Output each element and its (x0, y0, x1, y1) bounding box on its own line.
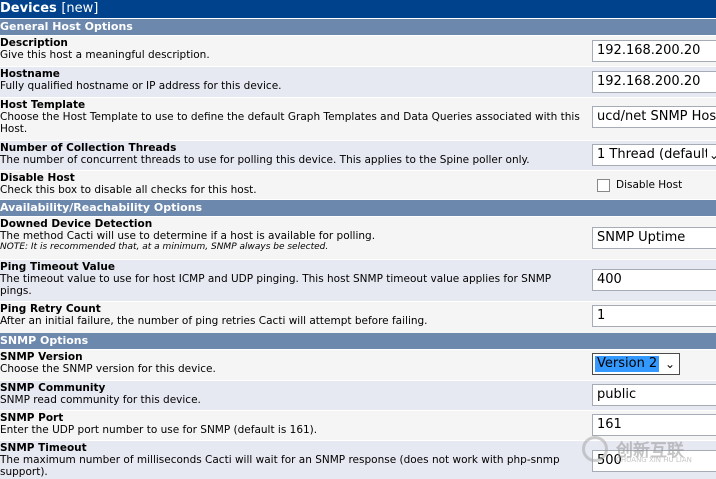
field-description: The method Cacti will use to determine i… (0, 230, 376, 242)
threads-select[interactable]: 1 Thread (default) ⌄ (592, 144, 716, 166)
field-title: SNMP Port (0, 412, 64, 424)
field-description: Fully qualified hostname or IP address f… (0, 80, 282, 92)
snmp-community-input[interactable]: public (592, 384, 716, 406)
form-row-snmp-port: SNMP Port Enter the UDP port number to u… (0, 411, 716, 440)
ping-timeout-input[interactable]: 400 (592, 269, 716, 291)
form-row-ping-retry: Ping Retry Count After an initial failur… (0, 302, 716, 333)
form-row-host-template: Host Template Choose the Host Template t… (0, 98, 716, 140)
disable-host-control: Disable Host (597, 178, 682, 192)
field-title: Host Template (0, 99, 86, 111)
field-note: NOTE: It is recommended that, at a minim… (0, 242, 329, 252)
page-title-text: Devices (0, 1, 57, 16)
field-title: Downed Device Detection (0, 218, 153, 230)
threads-select-value: 1 Thread (default) (597, 147, 715, 162)
field-description: Check this box to disable all checks for… (0, 184, 257, 196)
form-row-hostname: Hostname Fully qualified hostname or IP … (0, 67, 716, 97)
field-description: Enter the UDP port number to use for SNM… (0, 424, 318, 436)
form-row-downed-detection: Downed Device Detection The method Cacti… (0, 217, 716, 259)
field-description: The maximum number of milliseconds Cacti… (0, 454, 560, 478)
section-header-availability: Availability/Reachability Options (0, 200, 716, 216)
field-description: After an initial failure, the number of … (0, 315, 428, 327)
form-row-snmp-community: SNMP Community SNMP read community for t… (0, 381, 716, 410)
snmp-port-input[interactable]: 161 (592, 414, 716, 436)
field-title: Description (0, 37, 68, 49)
snmp-timeout-input[interactable]: 500 (592, 450, 716, 472)
ping-retry-input[interactable]: 1 (592, 305, 716, 327)
hostname-input[interactable]: 192.168.200.20 (592, 71, 716, 93)
field-title: SNMP Community (0, 382, 106, 394)
page-title: Devices [new] (0, 0, 716, 18)
description-input[interactable]: 192.168.200.20 (592, 40, 716, 62)
disable-host-checkbox[interactable] (597, 178, 610, 192)
section-header-general: General Host Options (0, 19, 716, 35)
form-row-description: Description Give this host a meaningful … (0, 36, 716, 66)
form-row-ping-timeout: Ping Timeout Value The timeout value to … (0, 260, 716, 301)
form-row-threads: Number of Collection Threads The number … (0, 141, 716, 170)
field-title: Number of Collection Threads (0, 142, 177, 154)
disable-host-checkbox-label[interactable]: Disable Host (616, 179, 682, 191)
form-row-snmp-version: SNMP Version Choose the SNMP version for… (0, 350, 716, 380)
chevron-down-icon: ⌄ (707, 145, 716, 165)
field-description: Choose the SNMP version for this device. (0, 363, 216, 375)
form-row-snmp-timeout: SNMP Timeout The maximum number of milli… (0, 441, 716, 479)
field-title: Disable Host (0, 172, 75, 184)
field-title: SNMP Timeout (0, 442, 87, 454)
downed-detection-select[interactable]: SNMP Uptime (592, 227, 716, 249)
snmp-version-select[interactable]: Version 2 ⌄ (592, 353, 680, 375)
snmp-version-selected: Version 2 (595, 356, 659, 372)
field-title: SNMP Version (0, 351, 83, 363)
field-title: Hostname (0, 68, 60, 80)
field-description: Choose the Host Template to use to defin… (0, 111, 580, 135)
field-description: Give this host a meaningful description. (0, 49, 210, 61)
field-description: SNMP read community for this device. (0, 394, 201, 406)
section-header-snmp: SNMP Options (0, 333, 716, 349)
field-description: The timeout value to use for host ICMP a… (0, 273, 552, 297)
field-description: The number of concurrent threads to use … (0, 154, 530, 166)
field-title: Ping Timeout Value (0, 261, 115, 273)
form-row-disable-host: Disable Host Check this box to disable a… (0, 171, 716, 199)
host-template-select[interactable]: ucd/net SNMP Host (592, 106, 716, 128)
field-title: Ping Retry Count (0, 303, 101, 315)
chevron-down-icon: ⌄ (664, 357, 676, 371)
page-title-status: [new] (61, 1, 99, 16)
